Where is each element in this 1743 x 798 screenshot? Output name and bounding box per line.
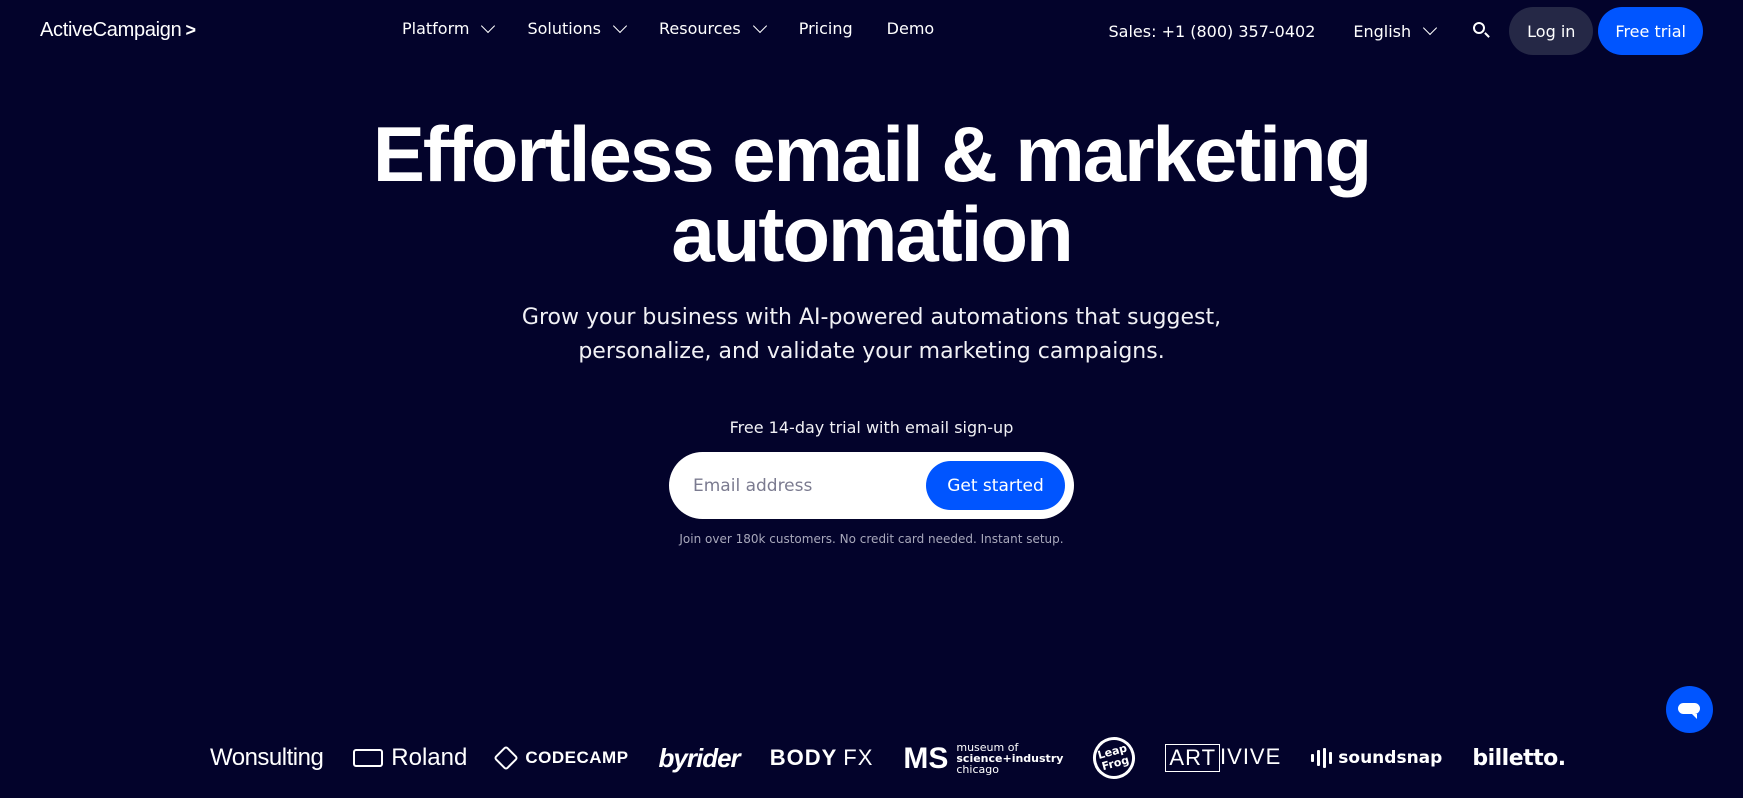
search-icon-handle <box>1484 32 1490 38</box>
chevron-down-icon <box>481 18 496 33</box>
nav-item-label: Demo <box>886 19 935 38</box>
logo-codecamp: CODECAMP <box>493 745 629 771</box>
hero-subtitle-line2: personalize, and validate your marketing… <box>578 339 1165 364</box>
chat-icon-tail <box>1692 714 1697 719</box>
nav-links: Platform Solutions Resources Pricing Dem… <box>402 18 935 38</box>
hero-title-line1: Effortless email & marketing <box>372 110 1372 198</box>
soundsnap-waveform-icon <box>1311 748 1333 768</box>
hero-title-line2: automation <box>671 190 1073 278</box>
language-label: English <box>1353 21 1412 41</box>
sales-phone-link[interactable]: Sales: +1 (800) 357-0402 <box>1109 22 1316 41</box>
nav-item-label: Solutions <box>527 19 601 38</box>
logo-leapfrog: Leap Frog <box>1088 732 1141 784</box>
logo-codecamp-text: CODECAMP <box>525 748 629 767</box>
chevron-down-icon <box>752 18 767 33</box>
signup-form: Get started <box>669 452 1074 519</box>
free-trial-button[interactable]: Free trial <box>1598 7 1703 55</box>
logo-byrider: byrider <box>658 742 741 774</box>
logo-msi-line3: chicago <box>956 762 999 776</box>
logo-wonsulting: Wonsulting <box>210 744 324 772</box>
customer-logos: Wonsulting Roland CODECAMP byrider BODY … <box>210 732 1566 784</box>
logo-text: ActiveCampaign <box>40 19 182 41</box>
logo-artivive: ART IVIVE <box>1165 744 1281 772</box>
hero-subtitle-line1: Grow your business with AI-powered autom… <box>521 305 1222 330</box>
logo-billetto-text: billetto. <box>1472 745 1566 771</box>
trial-label: Free 14-day trial with email sign-up <box>729 418 1014 437</box>
chat-button[interactable] <box>1666 686 1713 733</box>
nav-item-pricing[interactable]: Pricing <box>799 19 853 38</box>
logo-artivive-boxed: ART <box>1165 744 1221 772</box>
logo-billetto: billetto. <box>1472 745 1566 771</box>
logo-bodyfx-body: BODY <box>769 745 838 770</box>
top-nav: ActiveCampaign > Platform Solutions Reso… <box>0 0 1743 62</box>
chevron-down-icon <box>1423 20 1438 36</box>
logo-msi-text: museum of science+industry chicago <box>956 742 1063 775</box>
hero-subtitle: Grow your business with AI-powered autom… <box>0 301 1743 369</box>
nav-item-label: Resources <box>659 19 741 38</box>
logo-bodyfx-fx: FX <box>843 745 874 770</box>
roland-mark-icon <box>353 749 384 767</box>
hero-title: Effortless email & marketing automation <box>0 114 1743 274</box>
logo-museum-science-industry: MS museum of science+industry chicago <box>903 742 1063 775</box>
logo-soundsnap-text: soundsnap <box>1338 748 1443 768</box>
search-icon-ring <box>1473 22 1486 34</box>
codecamp-mark-icon <box>493 745 520 771</box>
logo-wonsulting-text: Wonsulting <box>210 744 324 771</box>
search-icon[interactable] <box>1471 20 1493 42</box>
nav-item-demo[interactable]: Demo <box>887 19 935 38</box>
nav-item-solutions[interactable]: Solutions <box>527 18 628 38</box>
logo-roland: Roland <box>353 744 467 772</box>
chat-icon <box>1678 703 1700 714</box>
language-selector[interactable]: English <box>1353 20 1438 41</box>
nav-item-platform[interactable]: Platform <box>402 18 496 38</box>
logo-roland-text: Roland <box>391 744 468 771</box>
logo-artivive-rest: IVIVE <box>1220 744 1282 769</box>
nav-item-resources[interactable]: Resources <box>659 18 767 38</box>
email-input[interactable] <box>693 475 913 496</box>
logo-chevron-icon: > <box>185 20 196 40</box>
logo-bodyfx: BODY FX <box>770 745 874 771</box>
nav-item-label: Platform <box>402 19 470 38</box>
chevron-down-icon <box>612 18 628 33</box>
get-started-button[interactable]: Get started <box>926 461 1065 510</box>
login-button[interactable]: Log in <box>1509 7 1594 55</box>
nav-item-label: Pricing <box>798 19 853 38</box>
msi-mark-icon: MS <box>903 741 949 775</box>
nav-right: Sales: +1 (800) 357-0402 English Log in … <box>1109 7 1703 55</box>
logo-leapfrog-text: Leap Frog <box>1097 742 1132 774</box>
activecampaign-logo[interactable]: ActiveCampaign > <box>40 19 196 42</box>
fine-print: Join over 180k customers. No credit card… <box>679 532 1064 546</box>
logo-soundsnap: soundsnap <box>1311 748 1442 768</box>
logo-byrider-text: byrider <box>658 742 741 773</box>
